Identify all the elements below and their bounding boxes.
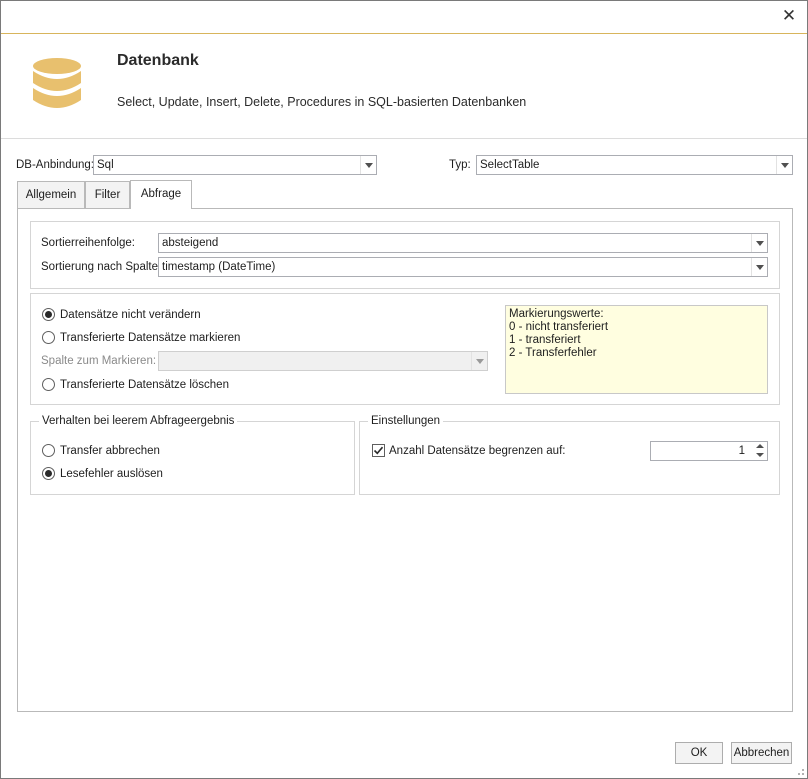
sort-column-value: timestamp (DateTime) — [162, 261, 276, 273]
database-icon — [33, 58, 81, 108]
tab-filter[interactable]: Filter — [85, 181, 130, 209]
mark-column-select[interactable] — [158, 351, 488, 371]
radio-no-change-label[interactable]: Datensätze nicht verändern — [60, 308, 201, 322]
chevron-down-icon[interactable] — [360, 156, 376, 174]
spin-up-icon[interactable] — [753, 442, 767, 451]
chevron-down-icon — [471, 352, 487, 370]
settings-group-title: Einstellungen — [368, 414, 444, 428]
radio-delete-label[interactable]: Transferierte Datensätze löschen — [60, 378, 229, 392]
checkmark-icon — [373, 446, 384, 455]
radio-abort-label[interactable]: Transfer abbrechen — [60, 444, 160, 458]
sort-column-label: Sortierung nach Spalte: — [41, 261, 162, 273]
db-connection-select[interactable]: Sql — [93, 155, 377, 175]
type-value: SelectTable — [480, 159, 540, 171]
cancel-button[interactable]: Abbrechen — [731, 742, 792, 764]
sort-order-label: Sortierreihenfolge: — [41, 237, 135, 249]
mark-column-label: Spalte zum Markieren: — [41, 355, 157, 367]
db-connection-label: DB-Anbindung: — [16, 159, 94, 171]
tab-allgemein[interactable]: Allgemein — [17, 181, 85, 209]
header-title: Datenbank — [117, 52, 199, 69]
limit-spinner[interactable]: 1 — [650, 441, 768, 461]
radio-mark-label[interactable]: Transferierte Datensätze markieren — [60, 331, 240, 345]
db-connection-value: Sql — [97, 159, 114, 171]
ok-button[interactable]: OK — [675, 742, 723, 764]
title-bar: ✕ — [1, 1, 807, 33]
chevron-down-icon[interactable] — [751, 258, 767, 276]
sort-column-select[interactable]: timestamp (DateTime) — [158, 257, 768, 277]
header-subtitle: Select, Update, Insert, Delete, Procedur… — [117, 95, 527, 109]
limit-checkbox[interactable] — [372, 444, 385, 457]
radio-no-change[interactable] — [42, 308, 55, 321]
header-separator — [1, 138, 807, 139]
radio-delete[interactable] — [42, 378, 55, 391]
sort-order-value: absteigend — [162, 237, 219, 249]
radio-mark[interactable] — [42, 331, 55, 344]
type-label: Typ: — [449, 159, 471, 171]
sort-group — [30, 221, 780, 289]
type-select[interactable]: SelectTable — [476, 155, 793, 175]
dialog-window: ✕ Datenbank Select, Update, Insert, Dele… — [0, 0, 808, 779]
limit-value: 1 — [738, 445, 745, 457]
limit-label[interactable]: Anzahl Datensätze begrenzen auf: — [389, 444, 565, 458]
header-area — [1, 34, 807, 138]
resize-grip-icon[interactable] — [795, 766, 805, 776]
radio-read-error[interactable] — [42, 467, 55, 480]
close-icon[interactable]: ✕ — [781, 7, 797, 24]
radio-abort[interactable] — [42, 444, 55, 457]
empty-result-group: Verhalten bei leerem Abfrageergebnis — [30, 414, 355, 495]
radio-read-error-label[interactable]: Lesefehler auslösen — [60, 467, 163, 481]
spin-down-icon[interactable] — [753, 451, 767, 460]
chevron-down-icon[interactable] — [751, 234, 767, 252]
tab-abfrage[interactable]: Abfrage — [130, 180, 192, 209]
sort-order-select[interactable]: absteigend — [158, 233, 768, 253]
chevron-down-icon[interactable] — [776, 156, 792, 174]
marker-values-memo: Markierungswerte: 0 - nicht transferiert… — [505, 305, 768, 394]
empty-result-group-title: Verhalten bei leerem Abfrageergebnis — [39, 414, 238, 428]
